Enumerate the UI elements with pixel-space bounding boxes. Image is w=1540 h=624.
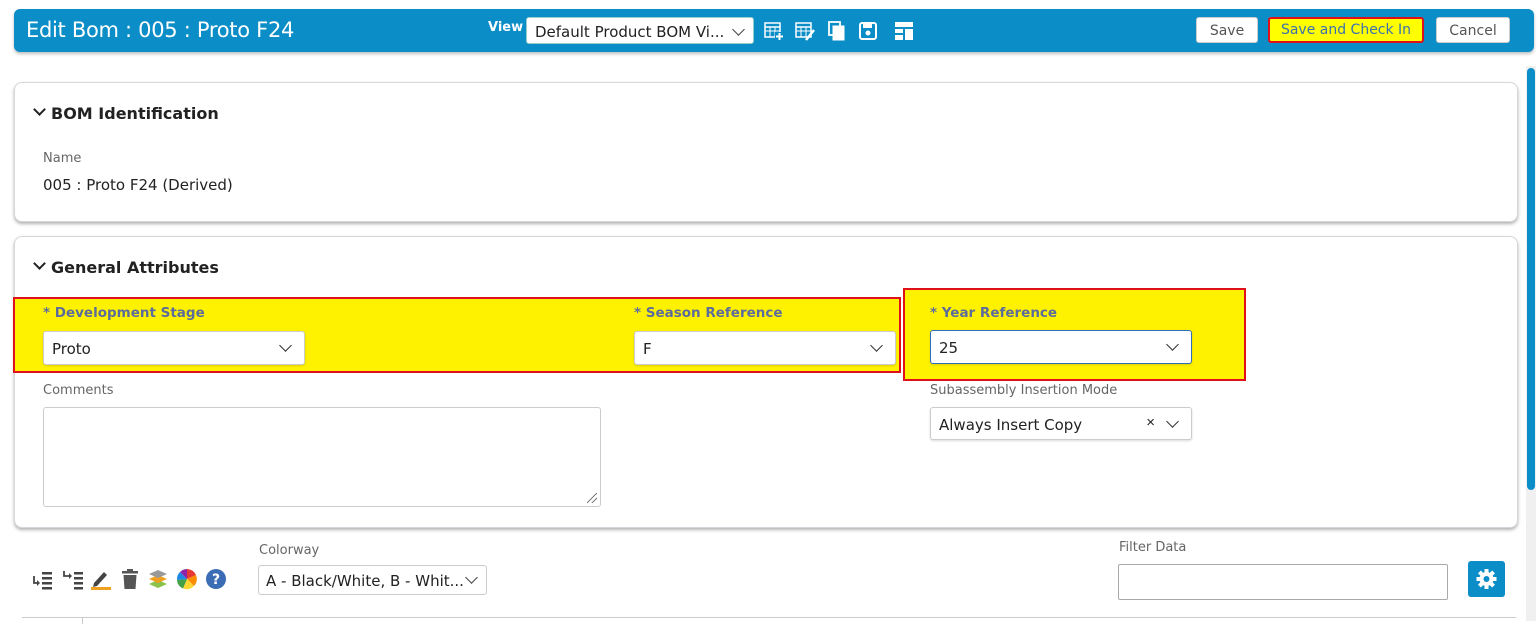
bom-identification-title[interactable]: BOM Identification <box>51 104 219 123</box>
colorway-select[interactable]: A - Black/White, B - Whit... <box>258 565 487 595</box>
insert-row-icon[interactable] <box>32 568 54 590</box>
subassembly-insertion-mode-select[interactable]: Always Insert Copy × <box>930 407 1192 440</box>
colorway-value: A - Black/White, B - Whit... <box>266 572 464 590</box>
name-label: Name <box>43 151 82 166</box>
general-attributes-panel: General Attributes * Development Stage P… <box>13 236 1518 528</box>
save-and-check-in-button[interactable]: Save and Check In <box>1268 17 1424 43</box>
layers-icon[interactable] <box>147 568 169 590</box>
general-attributes-title[interactable]: General Attributes <box>51 258 219 277</box>
copy-icon[interactable] <box>827 21 847 41</box>
subassembly-insertion-mode-label: Subassembly Insertion Mode <box>930 383 1118 398</box>
development-stage-value: Proto <box>52 340 91 358</box>
chevron-down-icon <box>732 23 745 36</box>
help-icon[interactable]: ? <box>205 568 227 590</box>
bom-identification-panel: BOM Identification Name 005 : Proto F24 … <box>14 82 1518 222</box>
settings-button[interactable] <box>1468 561 1505 597</box>
cancel-button[interactable]: Cancel <box>1436 17 1510 43</box>
season-reference-select[interactable]: F <box>634 331 896 365</box>
chevron-down-icon <box>870 339 883 352</box>
comments-textarea[interactable] <box>43 407 601 507</box>
year-reference-value: 25 <box>939 339 959 357</box>
gear-icon <box>1476 569 1497 589</box>
chevron-down-icon <box>1166 338 1179 351</box>
edit-highlight-icon[interactable] <box>90 568 112 590</box>
color-wheel-icon[interactable] <box>176 568 198 590</box>
view-select-value: Default Product BOM Vi... <box>535 23 725 41</box>
year-reference-label: * Year Reference <box>930 305 1058 321</box>
svg-text:?: ? <box>212 572 220 588</box>
collapse-chevron-icon[interactable] <box>33 103 46 116</box>
colorway-label: Colorway <box>259 543 320 558</box>
save-icon[interactable] <box>858 21 878 41</box>
year-reference-select[interactable]: 25 <box>930 330 1192 364</box>
filter-data-input[interactable] <box>1118 564 1448 600</box>
season-reference-label: * Season Reference <box>634 305 783 321</box>
collapse-chevron-icon[interactable] <box>33 257 46 270</box>
layout-icon[interactable] <box>894 21 914 41</box>
comments-label: Comments <box>43 383 114 398</box>
development-stage-label: * Development Stage <box>43 305 205 321</box>
scrollbar-thumb[interactable] <box>1527 68 1535 490</box>
table-edit-icon[interactable] <box>795 21 815 41</box>
chevron-down-icon <box>465 571 478 584</box>
development-stage-select[interactable]: Proto <box>43 331 305 365</box>
chevron-down-icon <box>279 339 292 352</box>
save-button[interactable]: Save <box>1196 17 1258 43</box>
delete-icon[interactable] <box>119 568 141 590</box>
subassembly-insertion-mode-value: Always Insert Copy <box>939 416 1083 434</box>
resize-grip-icon[interactable] <box>587 493 597 503</box>
name-value: 005 : Proto F24 (Derived) <box>43 176 233 194</box>
chevron-down-icon <box>1166 415 1179 428</box>
clear-icon[interactable]: × <box>1146 414 1155 431</box>
season-reference-value: F <box>643 340 652 358</box>
insert-child-icon[interactable] <box>62 568 84 590</box>
filter-data-label: Filter Data <box>1119 540 1187 555</box>
view-select[interactable]: Default Product BOM Vi... <box>526 17 754 44</box>
table-add-icon[interactable] <box>764 21 784 41</box>
header-bar: Edit Bom : 005 : Proto F24 View Default … <box>14 9 1534 52</box>
view-label: View <box>488 20 524 35</box>
page-title: Edit Bom : 005 : Proto F24 <box>26 18 295 42</box>
